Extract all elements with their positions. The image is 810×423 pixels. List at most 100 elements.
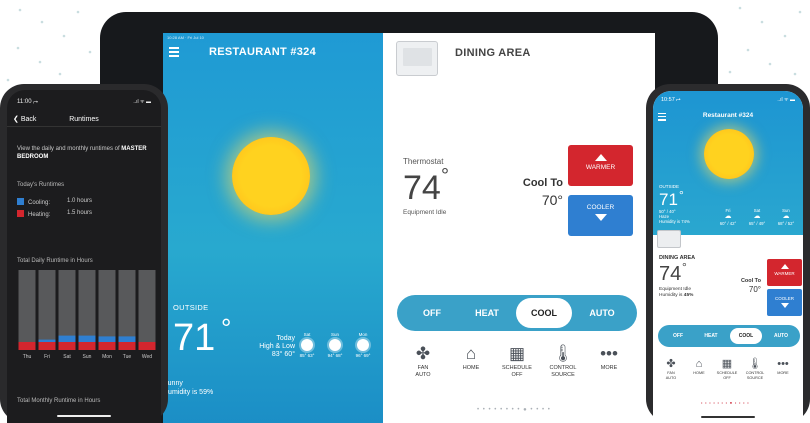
heating-bar-thu — [18, 342, 36, 350]
cool-to-label: Cool To — [740, 278, 761, 284]
page-indicator[interactable]: • • • • • • • • ● • • • • — [477, 407, 551, 413]
forecast-day: Mon 96° 69° — [355, 332, 371, 358]
fan-button[interactable]: ✤ FAN AUTO — [657, 357, 685, 380]
zone-title[interactable]: DINING AREA — [659, 255, 695, 261]
mode-cool-button[interactable]: COOL — [516, 298, 572, 328]
forecast-day: Sat ☁ 65° / 49° — [744, 208, 770, 226]
x-tick-label: Sat — [63, 354, 71, 360]
home-indicator[interactable] — [57, 415, 111, 417]
home-button[interactable]: ⌂ HOME — [685, 357, 713, 376]
cooling-swatch — [17, 198, 24, 205]
sun-icon — [704, 129, 754, 179]
daily-runtime-chart — [18, 270, 156, 350]
thermostat-device-icon — [657, 230, 681, 248]
todays-runtimes-label: Today's Runtimes — [17, 182, 65, 188]
cooling-bar-sat — [58, 335, 76, 342]
sun-icon — [357, 339, 369, 351]
monthly-chart-title: Total Monthly Runtime in Hours — [17, 398, 101, 404]
degree-symbol: ° — [682, 260, 687, 274]
mode-auto-button[interactable]: AUTO — [577, 295, 627, 331]
mode-off-button[interactable]: OFF — [407, 295, 457, 331]
tablet-device: 10:28 AM · Fri Jul 10 RESTAURANT #324 OU… — [100, 12, 718, 423]
forecast-day: Sun 94° 68° — [327, 332, 343, 358]
warmer-button[interactable]: WARMER — [568, 145, 633, 186]
x-tick-label: Mon — [102, 354, 112, 360]
heating-legend: Heating: 1.5 hours — [17, 210, 147, 218]
schedule-button[interactable]: ▦ SCHEDULE OFF — [495, 343, 539, 379]
calendar-icon: ▦ — [721, 358, 733, 370]
more-button[interactable]: ••• MORE — [769, 357, 797, 376]
outside-label: OUTSIDE — [173, 303, 209, 312]
mode-cool-button[interactable]: COOL — [730, 328, 762, 344]
location-title: RESTAURANT #324 — [209, 46, 316, 58]
mode-selector: OFF HEAT COOL AUTO — [397, 295, 637, 331]
weather-panel: 10:57 ⮣ ..ıl ᯤ ▬ Restaurant #324 OUTSIDE… — [653, 91, 803, 235]
thermometer-icon: 🌡 — [552, 344, 574, 363]
cooler-button[interactable]: COOLER — [568, 195, 633, 236]
page-indicator[interactable]: • • • • • • • ● • • • • — [701, 400, 749, 405]
indoor-temperature: 74 — [659, 263, 682, 285]
control-source-button[interactable]: 🌡 CONTROL SOURCE — [741, 357, 769, 380]
cloud-icon: ☁ — [753, 213, 761, 220]
cooler-button[interactable]: COOLER — [767, 289, 802, 316]
fan-button[interactable]: ✤ FAN AUTO — [401, 343, 445, 379]
thermostat-label: Thermostat — [403, 157, 444, 166]
heating-bar-sun — [78, 342, 96, 350]
control-source-button[interactable]: 🌡 CONTROL SOURCE — [541, 343, 585, 379]
heating-bar-tue — [118, 342, 136, 350]
cloud-icon: ☁ — [782, 213, 790, 220]
thermostat-device-icon — [396, 41, 438, 76]
heating-bar-wed — [138, 342, 156, 350]
degree-symbol: ° — [221, 313, 232, 343]
heating-bar-mon — [98, 342, 116, 350]
more-button[interactable]: ••• MORE — [587, 343, 631, 372]
home-icon: ⌂ — [695, 358, 703, 370]
fan-icon: ✤ — [666, 358, 676, 370]
cool-to-label: Cool To — [522, 177, 563, 189]
mode-heat-button[interactable]: HEAT — [696, 325, 726, 347]
chevron-left-icon: ❮ — [13, 116, 19, 123]
status-time: 11:00 ⮣ — [17, 99, 39, 105]
home-indicator[interactable] — [701, 416, 755, 418]
outside-temperature: 71 — [173, 317, 216, 359]
cooling-bar-mon — [98, 336, 116, 342]
outside-temperature: 71 — [659, 190, 678, 209]
degree-symbol: ° — [441, 165, 449, 187]
mode-off-button[interactable]: OFF — [664, 325, 692, 347]
left-phone-device: 11:00 ⮣ ..ıl ᯤ ▬ Runtimes ❮ Back View th… — [0, 84, 168, 423]
fan-icon: ✤ — [415, 344, 431, 363]
forecast-day: Sat 85° 63° — [299, 332, 315, 358]
sun-icon — [301, 339, 313, 351]
zone-panel: DINING AREA Thermostat 74 ° Equipment Id… — [383, 33, 655, 423]
sun-icon — [232, 137, 310, 215]
forecast-day: Sun ☁ 68° / 52° — [773, 208, 799, 226]
x-tick-label: Thu — [22, 354, 32, 360]
status-icons: ..ıl ᯤ ▬ — [777, 97, 795, 103]
arrow-down-icon — [780, 303, 789, 308]
back-button[interactable]: ❮ Back — [13, 115, 36, 123]
arrow-down-icon — [594, 214, 607, 221]
warmer-button[interactable]: WARMER — [767, 259, 802, 286]
indoor-temperature: 74 — [403, 169, 441, 207]
mode-selector: OFF HEAT COOL AUTO — [658, 325, 800, 347]
forecast-day: Fri ☁ 60° / 42° — [715, 208, 741, 226]
heating-bar-sat — [58, 342, 76, 350]
hamburger-icon[interactable] — [169, 47, 179, 59]
more-icon: ••• — [777, 358, 789, 370]
mode-auto-button[interactable]: AUTO — [766, 325, 796, 347]
cooling-legend: Cooling: 1.0 hours — [17, 198, 147, 206]
x-tick-label: Wed — [141, 354, 153, 360]
degree-symbol: ° — [679, 188, 684, 202]
thermometer-icon: 🌡 — [748, 358, 762, 370]
mode-heat-button[interactable]: HEAT — [461, 295, 513, 331]
arrow-up-icon — [594, 154, 607, 161]
schedule-button[interactable]: ▦ SCHEDULE OFF — [713, 357, 741, 380]
x-tick-label: Sun — [82, 354, 92, 360]
runtime-bar-wed — [138, 270, 156, 350]
zone-title[interactable]: DINING AREA — [455, 47, 531, 59]
home-button[interactable]: ⌂ HOME — [449, 343, 493, 372]
home-icon: ⌂ — [465, 344, 477, 363]
nav-divider — [7, 126, 161, 127]
right-phone-device: 10:57 ⮣ ..ıl ᯤ ▬ Restaurant #324 OUTSIDE… — [646, 84, 810, 423]
tablet-screen: 10:28 AM · Fri Jul 10 RESTAURANT #324 OU… — [163, 33, 655, 423]
